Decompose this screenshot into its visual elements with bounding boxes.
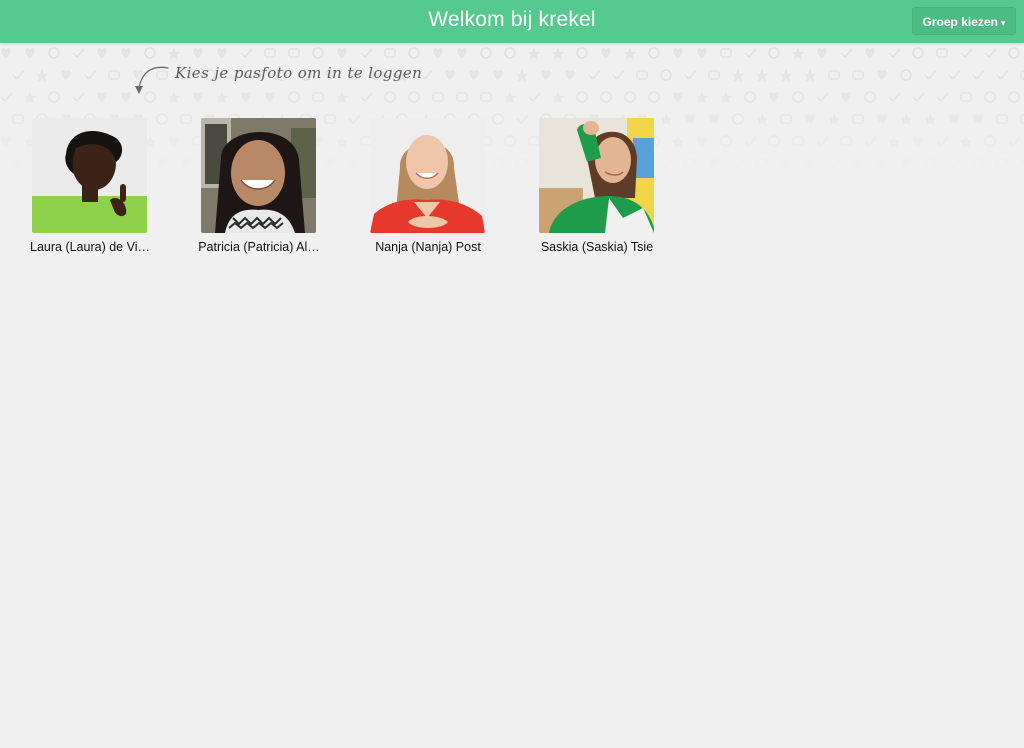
user-name: Saskia (Saskia) Tsie bbox=[540, 240, 654, 254]
choose-group-button[interactable]: Groep kiezen ▾ bbox=[912, 7, 1016, 35]
hint-text: Kies je pasfoto om in te loggen bbox=[175, 64, 423, 82]
user-avatar[interactable] bbox=[539, 118, 654, 233]
user-avatar[interactable] bbox=[201, 118, 316, 233]
user-card[interactable]: Nanja (Nanja) Post bbox=[353, 118, 503, 263]
choose-group-label: Groep kiezen bbox=[922, 15, 998, 29]
login-page: Welkom bij krekel Groep kiezen ▾ Kies je … bbox=[0, 0, 1024, 748]
user-card[interactable]: Patricia (Patricia) Al… bbox=[184, 118, 334, 263]
user-avatar[interactable] bbox=[370, 118, 485, 233]
user-name: Laura (Laura) de Vi… bbox=[30, 240, 150, 254]
top-bar: Welkom bij krekel Groep kiezen ▾ bbox=[0, 0, 1024, 43]
curved-arrow-icon bbox=[135, 66, 169, 94]
page-title: Welkom bij krekel bbox=[428, 8, 596, 31]
user-card[interactable]: Laura (Laura) de Vi… bbox=[15, 118, 165, 263]
user-name: Nanja (Nanja) Post bbox=[375, 240, 481, 254]
user-card[interactable]: Saskia (Saskia) Tsie bbox=[522, 118, 672, 263]
chevron-down-icon: ▾ bbox=[1000, 18, 1006, 28]
user-name: Patricia (Patricia) Al… bbox=[198, 240, 320, 254]
user-avatar[interactable] bbox=[32, 118, 147, 233]
